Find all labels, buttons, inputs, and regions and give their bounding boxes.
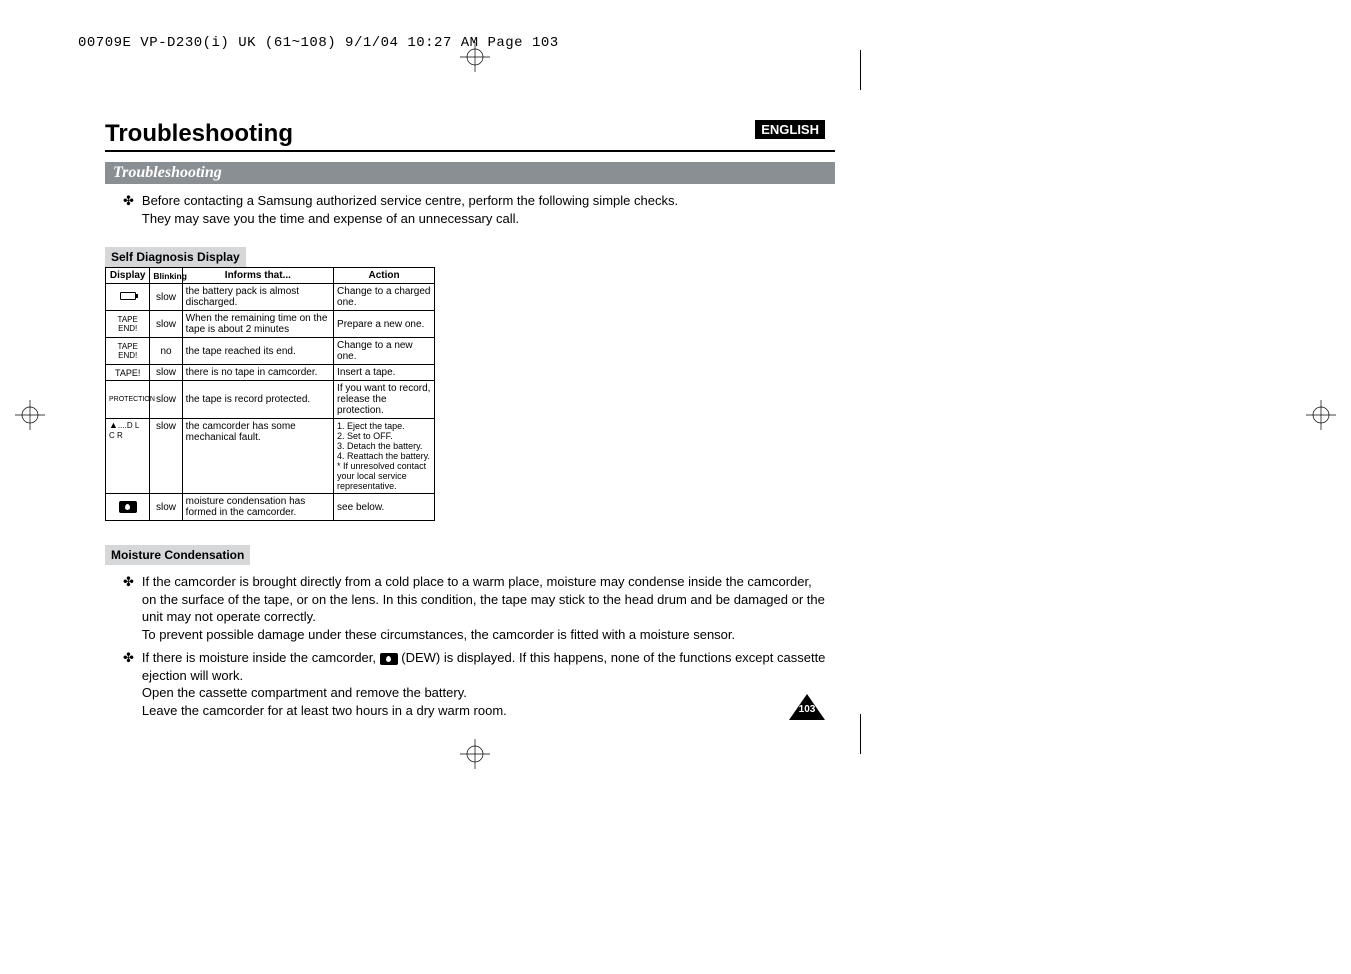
registration-mark-bottom-icon xyxy=(460,739,490,774)
crop-mark-bottom-icon xyxy=(860,714,861,754)
th-blinking: Blinking xyxy=(150,268,182,284)
page-title: Troubleshooting xyxy=(105,120,835,152)
cell-display xyxy=(106,494,150,521)
self-diagnosis-table: Display Blinking Informs that... Action … xyxy=(105,267,435,521)
page-number-marker: 103 xyxy=(789,694,825,720)
moisture-heading: Moisture Condensation xyxy=(105,545,250,565)
self-diagnosis-heading: Self Diagnosis Display xyxy=(105,247,246,267)
cell-display: TAPE END! xyxy=(106,338,150,365)
crop-mark-top-icon xyxy=(860,50,861,90)
language-badge: ENGLISH xyxy=(755,120,825,139)
bullet-icon: ✤ xyxy=(123,649,134,719)
registration-mark-top-icon xyxy=(460,42,490,77)
table-row: slow moisture condensation has formed in… xyxy=(106,494,435,521)
bullet-icon: ✤ xyxy=(123,573,134,643)
table-row: TAPE END! slow When the remaining time o… xyxy=(106,311,435,338)
cell-display: ▲....D L C R xyxy=(106,419,150,494)
cell-action: If you want to record, release the prote… xyxy=(334,381,435,419)
cell-action: Prepare a new one. xyxy=(334,311,435,338)
cell-display: TAPE! xyxy=(106,365,150,381)
eject-icon: ▲....D L C R xyxy=(109,421,146,441)
intro-line-2: They may save you the time and expense o… xyxy=(142,211,519,226)
cell-display: TAPE END! xyxy=(106,311,150,338)
intro-paragraph: ✤ Before contacting a Samsung authorized… xyxy=(123,192,835,227)
triangle-icon: 103 xyxy=(789,694,825,720)
cell-display xyxy=(106,284,150,311)
registration-mark-right-icon xyxy=(1306,400,1336,435)
cell-informs: the camcorder has some mechanical fault. xyxy=(182,419,333,494)
th-display: Display xyxy=(106,268,150,284)
th-action: Action xyxy=(334,268,435,284)
cell-action: Insert a tape. xyxy=(334,365,435,381)
page-number: 103 xyxy=(797,704,817,715)
table-row: TAPE END! no the tape reached its end. C… xyxy=(106,338,435,365)
moisture-paragraph: ✤ If the camcorder is brought directly f… xyxy=(123,573,835,719)
moisture-b2-l2: Open the cassette compartment and remove… xyxy=(142,685,467,700)
cell-informs: the tape is record protected. xyxy=(182,381,333,419)
cell-action: 1. Eject the tape. 2. Set to OFF. 3. Det… xyxy=(334,419,435,494)
moisture-b2-l3: Leave the camcorder for at least two hou… xyxy=(142,703,507,718)
cell-blinking: slow xyxy=(150,494,182,521)
bullet-icon: ✤ xyxy=(123,192,134,227)
page-content: ENGLISH Troubleshooting Troubleshooting … xyxy=(105,120,835,710)
cell-action: Change to a charged one. xyxy=(334,284,435,311)
cell-action: see below. xyxy=(334,494,435,521)
cell-blinking: slow xyxy=(150,284,182,311)
cell-blinking: slow xyxy=(150,311,182,338)
table-header-row: Display Blinking Informs that... Action xyxy=(106,268,435,284)
moisture-b2-pre: If there is moisture inside the camcorde… xyxy=(142,650,380,665)
cell-blinking: no xyxy=(150,338,182,365)
cell-informs: the battery pack is almost discharged. xyxy=(182,284,333,311)
cell-informs: moisture condensation has formed in the … xyxy=(182,494,333,521)
cell-action: Change to a new one. xyxy=(334,338,435,365)
battery-icon xyxy=(120,292,136,300)
table-row: TAPE! slow there is no tape in camcorder… xyxy=(106,365,435,381)
moisture-b1-l2: on the surface of the tape, or on the le… xyxy=(142,592,825,625)
dew-icon xyxy=(119,501,137,513)
registration-mark-left-icon xyxy=(15,400,45,435)
dew-icon xyxy=(380,653,398,665)
cell-blinking: slow xyxy=(150,365,182,381)
moisture-b1-l1: If the camcorder is brought directly fro… xyxy=(142,574,812,589)
cell-display: PROTECTION xyxy=(106,381,150,419)
cell-blinking: slow xyxy=(150,419,182,494)
intro-line-1: Before contacting a Samsung authorized s… xyxy=(142,193,678,208)
cell-informs: the tape reached its end. xyxy=(182,338,333,365)
cell-informs: When the remaining time on the tape is a… xyxy=(182,311,333,338)
table-row: ▲....D L C R slow the camcorder has some… xyxy=(106,419,435,494)
moisture-b1-l3: To prevent possible damage under these c… xyxy=(142,627,735,642)
table-row: PROTECTION slow the tape is record prote… xyxy=(106,381,435,419)
cell-informs: there is no tape in camcorder. xyxy=(182,365,333,381)
section-title: Troubleshooting xyxy=(105,162,835,184)
table-row: slow the battery pack is almost discharg… xyxy=(106,284,435,311)
th-informs: Informs that... xyxy=(182,268,333,284)
